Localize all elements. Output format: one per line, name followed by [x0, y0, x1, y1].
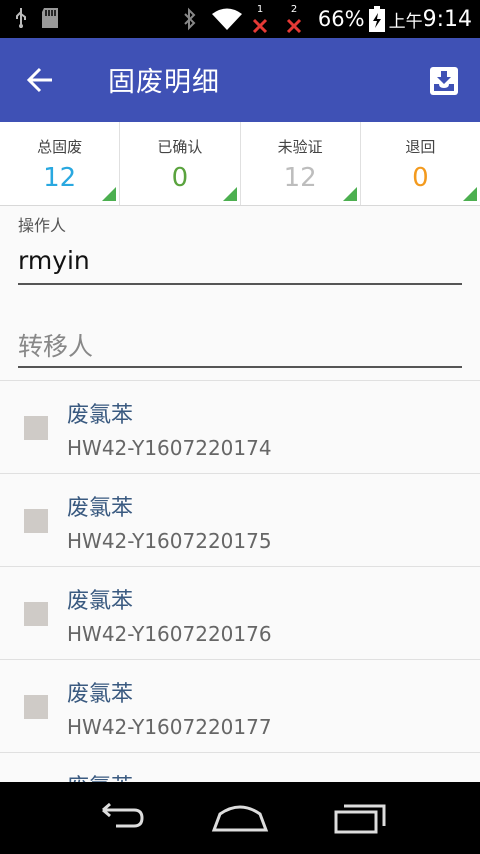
- summary-tabs: 总固废 12 已确认 0 未验证 12 退回 0: [0, 122, 480, 206]
- usb-icon: [16, 8, 26, 28]
- item-name: 废氯苯: [67, 589, 134, 614]
- operator-underline: [18, 283, 462, 285]
- nav-back-button[interactable]: [90, 800, 150, 836]
- page-title: 固废明细: [108, 67, 220, 98]
- item-code: HW42-Y1607220174: [67, 436, 272, 460]
- list-item[interactable]: 废氯苯 HW42-Y1607220175: [0, 474, 480, 567]
- transfer-underline: [18, 366, 462, 368]
- item-checkbox[interactable]: [24, 602, 48, 626]
- battery-percent: 66%: [317, 7, 365, 31]
- list-item[interactable]: 废氯苯 HW42-Y1607220177: [0, 660, 480, 753]
- operator-label: 操作人: [18, 216, 67, 235]
- bluetooth-icon: [184, 7, 196, 31]
- time-ampm: 上午: [388, 11, 423, 32]
- arrow-back-icon: [26, 67, 52, 93]
- nav-home-button[interactable]: [210, 800, 270, 836]
- list-item[interactable]: 废氯苯 HW42-Y1607220174: [0, 381, 480, 474]
- nav-home-icon: [211, 805, 269, 832]
- nav-recents-icon: [334, 804, 386, 834]
- summary-returned[interactable]: 退回 0: [361, 122, 480, 205]
- item-checkbox[interactable]: [24, 695, 48, 719]
- list-item[interactable]: 废氯苯 HW42-Y1607220176: [0, 567, 480, 660]
- waste-list: 废氯苯 HW42-Y1607220174 废氯苯 HW42-Y160722017…: [0, 380, 480, 782]
- summary-label: 未验证: [277, 138, 323, 156]
- sim1-no-signal-icon: 1: [250, 4, 272, 34]
- item-name: 废氯苯: [67, 769, 133, 782]
- item-name: 废氯苯: [67, 682, 134, 707]
- operator-field[interactable]: rmyin: [18, 246, 90, 275]
- item-checkbox[interactable]: [24, 416, 48, 440]
- sd-card-icon: [42, 8, 58, 28]
- item-code: HW42-Y1607220175: [67, 529, 272, 553]
- item-code: HW42-Y1607220177: [67, 715, 272, 739]
- corner-indicator-icon: [463, 187, 477, 201]
- list-item[interactable]: 废氯苯: [0, 753, 480, 782]
- nav-back-icon: [102, 802, 144, 828]
- nav-recents-button[interactable]: [330, 800, 390, 836]
- summary-label: 退回: [405, 138, 436, 156]
- clock-time: 9:14: [422, 6, 472, 32]
- sim2-label: 2: [290, 4, 298, 15]
- corner-indicator-icon: [222, 187, 237, 201]
- system-nav-bar: [0, 782, 480, 854]
- item-checkbox[interactable]: [24, 509, 48, 533]
- corner-indicator-icon: [102, 187, 117, 201]
- summary-unverified[interactable]: 未验证 12: [241, 122, 361, 205]
- back-button[interactable]: [20, 60, 64, 100]
- sim2-no-signal-icon: 2: [284, 4, 306, 34]
- transfer-person-input[interactable]: [18, 326, 462, 366]
- summary-label: 已确认: [157, 138, 203, 156]
- summary-label: 总固废: [37, 138, 83, 156]
- item-code: HW42-Y1607220176: [67, 622, 272, 646]
- wifi-icon: [211, 8, 242, 30]
- item-name: 废氯苯: [67, 496, 134, 521]
- download-tray-icon: [430, 67, 458, 95]
- battery-charging-icon: [368, 6, 385, 32]
- download-button[interactable]: [428, 65, 460, 97]
- item-name: 废氯苯: [67, 403, 134, 428]
- sim1-label: 1: [256, 4, 264, 15]
- summary-total[interactable]: 总固废 12: [0, 122, 121, 205]
- corner-indicator-icon: [342, 187, 357, 201]
- status-bar: 1 2 66% 上午 9:14: [0, 0, 480, 38]
- app-bar: 固废明细: [0, 38, 480, 122]
- summary-confirmed[interactable]: 已确认 0: [120, 122, 241, 205]
